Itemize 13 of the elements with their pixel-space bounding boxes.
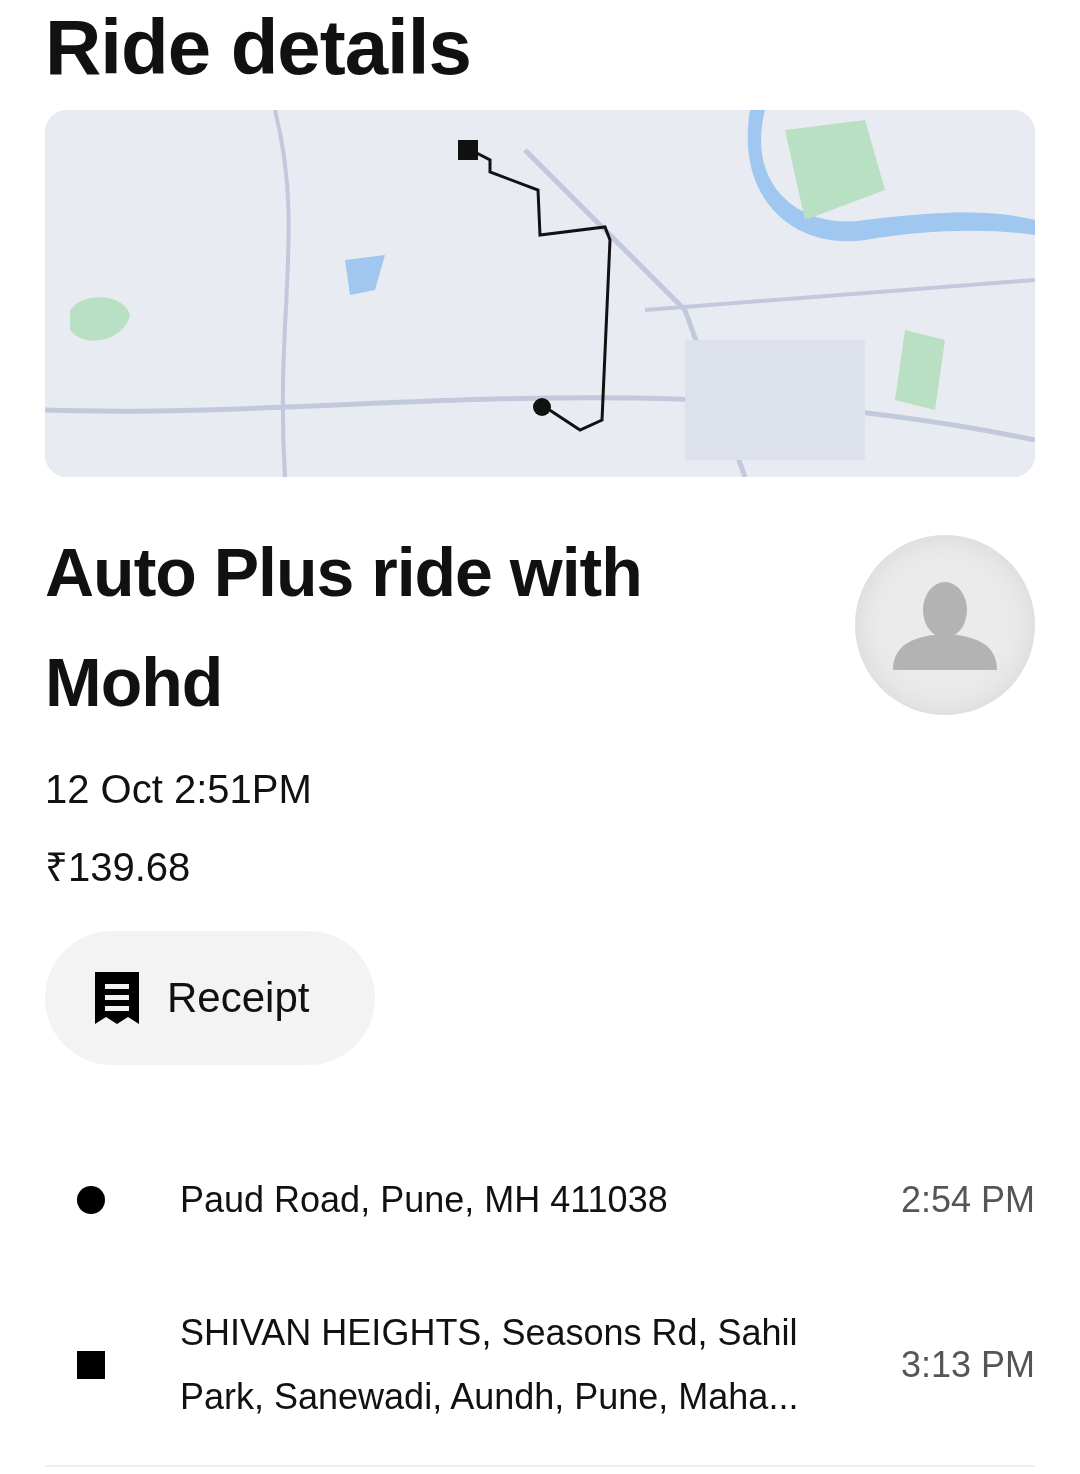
stop-address: SHIVAN HEIGHTS, Seasons Rd, Sahil Park, Sanewadi, Aundh, Pune, Maha...	[180, 1311, 800, 1419]
stop-address: Paud Road, Pune, MH 411038	[180, 1178, 669, 1222]
person-silhouette-icon	[893, 580, 997, 670]
stop-time: 2:54 PM	[900, 1179, 1035, 1221]
receipt-icon	[95, 972, 139, 1024]
receipt-button[interactable]: Receipt	[45, 931, 375, 1065]
ride-heading: Auto Plus ride with Mohd	[45, 533, 643, 722]
ride-date: 12 Oct 2:51PM	[45, 766, 313, 813]
page-title: Ride details	[45, 2, 472, 93]
ride-price: ₹139.68	[45, 844, 192, 891]
stop-time: 3:13 PM	[900, 1344, 1035, 1386]
dropoff-square-icon	[77, 1351, 105, 1379]
pickup-dot-icon	[77, 1186, 105, 1214]
